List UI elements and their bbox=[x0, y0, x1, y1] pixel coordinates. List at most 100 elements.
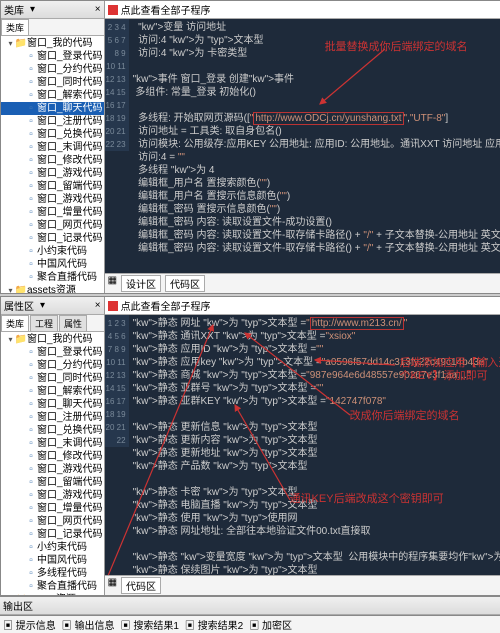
tree-item[interactable]: ▫窗口_游戏代码 bbox=[1, 167, 104, 180]
status-search1[interactable]: ▣ 搜索结果1 bbox=[121, 617, 179, 632]
file-icon: ▫ bbox=[25, 400, 37, 410]
tree-item[interactable]: ▫窗口_同时代码 bbox=[1, 76, 104, 89]
close-icon[interactable]: × bbox=[95, 4, 101, 15]
tree-item[interactable]: ▫窗口_记录代码 bbox=[1, 232, 104, 245]
tab-lib2[interactable]: 类库 bbox=[1, 315, 29, 331]
tree-item[interactable]: ▫窗口_兑换代码 bbox=[1, 128, 104, 141]
tree-item[interactable]: ▫窗口_记录代码 bbox=[1, 528, 104, 541]
tree-label: 聚合直播代码 bbox=[37, 580, 97, 593]
status-bar: ▣ 提示信息 ▣ 输出信息 ▣ 搜索结果1 ▣ 搜索结果2 ▣ 加密区 bbox=[0, 615, 500, 633]
tree-item[interactable]: ▾📁窗口_我的代码 bbox=[1, 333, 104, 346]
tree-item[interactable]: ▫窗口_聊天代码 bbox=[1, 102, 104, 115]
tree-item[interactable]: ▫窗口_末调代码 bbox=[1, 437, 104, 450]
tab-code[interactable]: 代码区 bbox=[165, 275, 205, 292]
tree-label: 中国风代码 bbox=[37, 258, 87, 271]
bottom-tree[interactable]: ▾📁窗口_我的代码▫窗口_登录代码▫窗口_分约代码▫窗口_同时代码▫窗口_解索代… bbox=[1, 332, 104, 595]
tab-lib[interactable]: 类库 bbox=[1, 19, 29, 35]
file-icon: ▫ bbox=[25, 221, 37, 231]
tree-item[interactable]: ▫窗口_修改代码 bbox=[1, 450, 104, 463]
tree-label: 窗口_游戏代码 bbox=[37, 463, 103, 476]
status-output[interactable]: ▣ 输出信息 bbox=[62, 617, 115, 632]
tree-item[interactable]: ▫窗口_游戏代码 bbox=[1, 463, 104, 476]
file-icon: ▫ bbox=[25, 504, 37, 514]
tree-item[interactable]: ▫窗口_注册代码 bbox=[1, 115, 104, 128]
tree-item[interactable]: ▫窗口_留端代码 bbox=[1, 180, 104, 193]
status-tip[interactable]: ▣ 提示信息 bbox=[3, 617, 56, 632]
tree-item[interactable]: ▫聚合直播代码 bbox=[1, 580, 104, 593]
tree-item[interactable]: ▫窗口_注册代码 bbox=[1, 411, 104, 424]
top-code-header[interactable]: 点此查看全部子程序 bbox=[105, 1, 500, 19]
status-encrypt[interactable]: ▣ 加密区 bbox=[249, 617, 292, 632]
tree-item[interactable]: ▫窗口_解索代码 bbox=[1, 385, 104, 398]
bottom-code-title: 点此查看全部子程序 bbox=[121, 298, 211, 313]
tree-item[interactable]: ▾📁assets资源 bbox=[1, 593, 104, 595]
tab-design[interactable]: 设计区 bbox=[121, 275, 161, 292]
tree-item[interactable]: ▫窗口_网页代码 bbox=[1, 219, 104, 232]
tree-item[interactable]: ▫窗口_解索代码 bbox=[1, 89, 104, 102]
file-icon: ▫ bbox=[25, 52, 37, 62]
grid-icon: ▦ bbox=[108, 577, 117, 594]
top-editor[interactable]: 2 3 4 5 6 7 8 9 10 11 12 13 14 15 16 17 … bbox=[105, 19, 500, 273]
tree-item[interactable]: ▫窗口_末调代码 bbox=[1, 141, 104, 154]
tree-item[interactable]: ▫小约束代码 bbox=[1, 245, 104, 258]
tree-item[interactable]: ▫窗口_兑换代码 bbox=[1, 424, 104, 437]
tree-item[interactable]: ▫中国风代码 bbox=[1, 554, 104, 567]
status-search2[interactable]: ▣ 搜索结果2 bbox=[185, 617, 243, 632]
folder-icon: 📁 bbox=[15, 595, 27, 596]
bottom-code-header[interactable]: 点此查看全部子程序 bbox=[105, 297, 500, 315]
tree-item[interactable]: ▫窗口_分约代码 bbox=[1, 359, 104, 372]
tree-item[interactable]: ▫中国风代码 bbox=[1, 258, 104, 271]
tree-label: 窗口_增量代码 bbox=[37, 206, 103, 219]
tree-label: 窗口_留端代码 bbox=[37, 180, 103, 193]
tree-label: 窗口_登录代码 bbox=[37, 50, 103, 63]
file-icon: ▫ bbox=[25, 361, 37, 371]
tree-item[interactable]: ▫窗口_修改代码 bbox=[1, 154, 104, 167]
file-icon: ▫ bbox=[25, 491, 37, 501]
tree-label: 窗口_聊天代码 bbox=[37, 398, 103, 411]
file-icon: ▫ bbox=[25, 517, 37, 527]
file-icon: ▫ bbox=[25, 78, 37, 88]
tree-item[interactable]: ▫窗口_增量代码 bbox=[1, 206, 104, 219]
tree-label: assets资源 bbox=[27, 284, 76, 293]
file-icon: ▫ bbox=[25, 374, 37, 384]
tree-label: 窗口_游戏代码 bbox=[37, 193, 103, 206]
pin-icon[interactable]: ▾ bbox=[30, 4, 35, 15]
file-icon: ▫ bbox=[25, 91, 37, 101]
tree-item[interactable]: ▫窗口_游戏代码 bbox=[1, 193, 104, 206]
tree-item[interactable]: ▫窗口_留端代码 bbox=[1, 476, 104, 489]
tree-item[interactable]: ▫聚合直播代码 bbox=[1, 271, 104, 284]
file-icon: ▫ bbox=[25, 465, 37, 475]
file-icon: ▫ bbox=[25, 169, 37, 179]
pin-icon[interactable]: ▾ bbox=[40, 300, 45, 311]
top-tree[interactable]: ▾📁窗口_我的代码▫窗口_登录代码▫窗口_分约代码▫窗口_同时代码▫窗口_解索代… bbox=[1, 36, 104, 293]
tree-item[interactable]: ▫窗口_游戏代码 bbox=[1, 489, 104, 502]
tree-item[interactable]: ▫窗口_同时代码 bbox=[1, 372, 104, 385]
tab-code2[interactable]: 代码区 bbox=[121, 577, 161, 594]
close-icon[interactable]: × bbox=[95, 300, 101, 311]
tree-label: 多线程代码 bbox=[37, 567, 87, 580]
file-icon: ▫ bbox=[25, 182, 37, 192]
tree-item[interactable]: ▫窗口_网页代码 bbox=[1, 515, 104, 528]
tree-item[interactable]: ▫窗口_分约代码 bbox=[1, 63, 104, 76]
tab-project[interactable]: 工程 bbox=[30, 315, 58, 331]
tree-item[interactable]: ▫窗口_增量代码 bbox=[1, 502, 104, 515]
folder-icon: 📁 bbox=[15, 335, 27, 345]
tab-props[interactable]: 属性 bbox=[59, 315, 87, 331]
tree-item[interactable]: ▫窗口_登录代码 bbox=[1, 346, 104, 359]
top-tree-header: 类库 ▾ × bbox=[1, 1, 104, 19]
app-icon bbox=[108, 301, 118, 311]
file-icon: ▫ bbox=[25, 348, 37, 358]
bottom-editor[interactable]: 1 2 3 4 5 6 7 8 9 10 11 12 13 14 15 16 1… bbox=[105, 315, 500, 575]
file-icon: ▫ bbox=[25, 247, 37, 257]
tree-item[interactable]: ▾📁窗口_我的代码 bbox=[1, 37, 104, 50]
tree-item[interactable]: ▫窗口_登录代码 bbox=[1, 50, 104, 63]
file-icon: ▫ bbox=[25, 413, 37, 423]
tree-item[interactable]: ▫窗口_聊天代码 bbox=[1, 398, 104, 411]
tree-item[interactable]: ▫多线程代码 bbox=[1, 567, 104, 580]
bottom-code-lines: "kw">静态 网址 "kw">为 "typ">文本型 ="http://www… bbox=[131, 315, 500, 575]
tree-label: 中国风代码 bbox=[37, 554, 87, 567]
tree-label: 窗口_同时代码 bbox=[37, 372, 103, 385]
tree-item[interactable]: ▫小约束代码 bbox=[1, 541, 104, 554]
tree-item[interactable]: ▾📁assets资源 bbox=[1, 284, 104, 293]
file-icon: ▫ bbox=[25, 452, 37, 462]
